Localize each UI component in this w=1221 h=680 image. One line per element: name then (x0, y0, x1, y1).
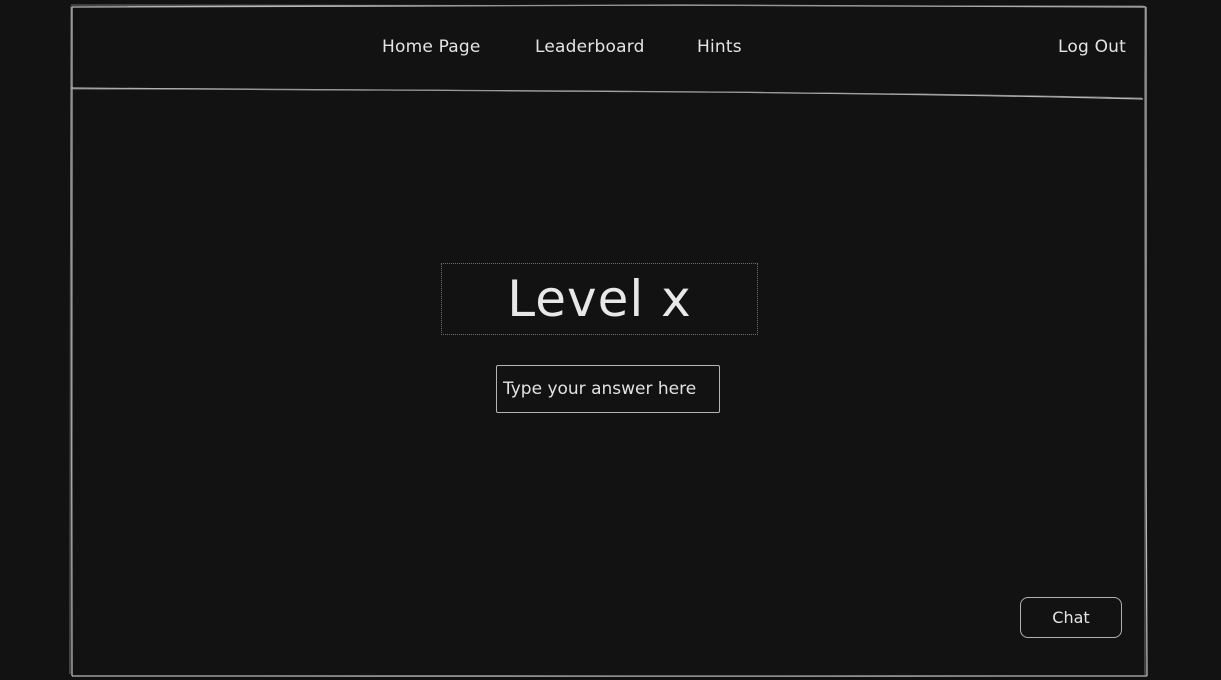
logout-link[interactable]: Log Out (1058, 37, 1126, 57)
nav-hints[interactable]: Hints (697, 37, 742, 57)
page-frame (69, 3, 1148, 677)
level-title-frame: Level x (441, 263, 758, 335)
nav-home-page[interactable]: Home Page (382, 37, 481, 57)
header-divider (70, 87, 1144, 100)
chat-button[interactable]: Chat (1020, 597, 1122, 638)
nav-leaderboard[interactable]: Leaderboard (535, 37, 645, 57)
level-title: Level x (507, 270, 692, 328)
answer-input[interactable] (496, 365, 720, 413)
